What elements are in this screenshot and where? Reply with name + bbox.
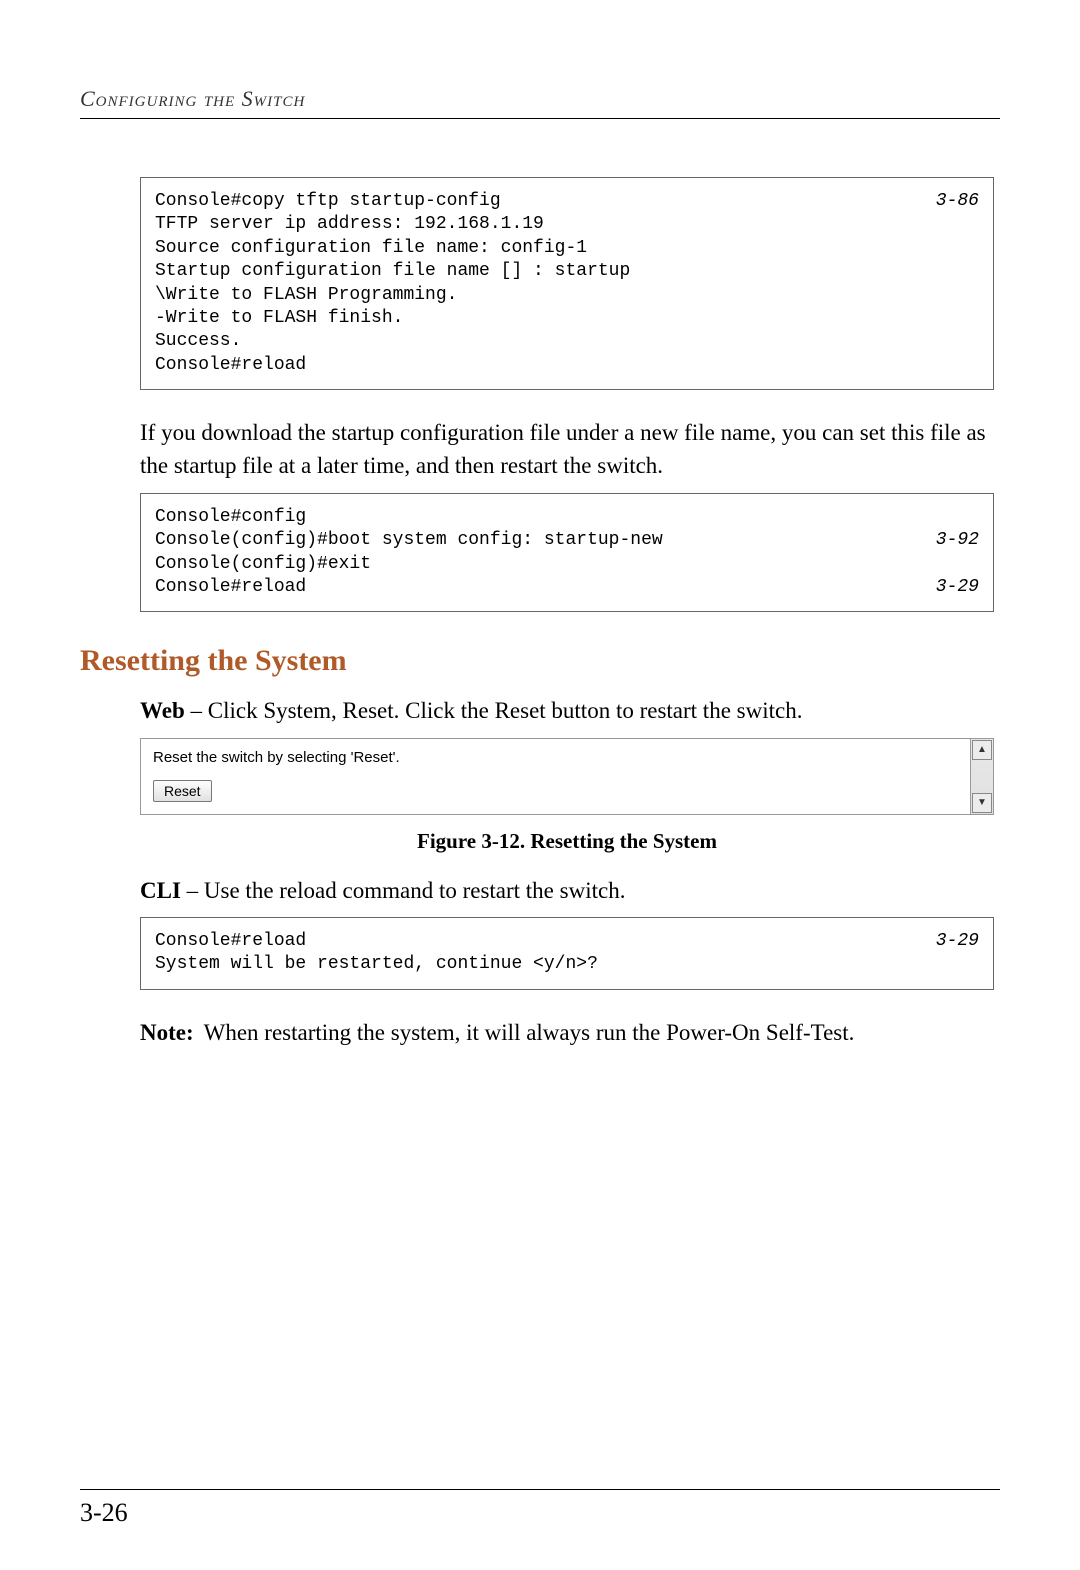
web-panel-body: Reset the switch by selecting 'Reset'. R… <box>141 739 971 814</box>
paragraph-startup-file: If you download the startup configuratio… <box>140 416 994 483</box>
code-box-tftp: Console#copy tftp startup-config 3-86 TFT… <box>140 177 994 390</box>
arrow-down-icon: ▼ <box>977 798 987 808</box>
reset-button[interactable]: Reset <box>153 780 212 802</box>
code-ref: 3-29 <box>936 576 979 599</box>
code-line: Console#config <box>155 506 306 529</box>
running-head: Configuring the Switch <box>80 86 1000 112</box>
web-text: – Click System, Reset. Click the Reset b… <box>185 698 803 723</box>
code-line: Success. <box>155 330 241 353</box>
code-line: -Write to FLASH finish. <box>155 307 403 330</box>
code-line: Console#reload <box>155 576 306 599</box>
code-line: Startup configuration file name [] : sta… <box>155 260 630 283</box>
code-box-boot: Console#config Console(config)#boot syst… <box>140 493 994 613</box>
code-line: \Write to FLASH Programming. <box>155 284 457 307</box>
arrow-up-icon: ▲ <box>977 745 987 755</box>
code-ref: 3-29 <box>936 930 979 953</box>
scroll-down-button[interactable]: ▼ <box>972 793 992 813</box>
code-line: Source configuration file name: config-1 <box>155 237 587 260</box>
note-text: When restarting the system, it will alwa… <box>204 1016 994 1049</box>
content-area: Console#copy tftp startup-config 3-86 TFT… <box>140 177 994 1049</box>
code-line: Console(config)#boot system config: star… <box>155 529 663 552</box>
code-line: Console(config)#exit <box>155 553 371 576</box>
code-line: System will be restarted, continue <y/n>… <box>155 953 598 976</box>
cli-label: CLI <box>140 878 181 903</box>
page: Configuring the Switch Console#copy tftp… <box>0 0 1080 1570</box>
code-ref: 3-86 <box>936 190 979 213</box>
figure-caption: Figure 3-12. Resetting the System <box>140 829 994 854</box>
web-instruction-line: Web – Click System, Reset. Click the Res… <box>140 694 994 727</box>
note-label: Note: <box>140 1016 194 1049</box>
cli-instruction-line: CLI – Use the reload command to restart … <box>140 874 994 907</box>
web-label: Web <box>140 698 185 723</box>
code-box-reload: Console#reload 3-29 System will be restar… <box>140 917 994 990</box>
page-number: 3-26 <box>80 1489 1000 1528</box>
code-ref: 3-92 <box>936 529 979 552</box>
code-line: Console#reload <box>155 930 306 953</box>
scrollbar[interactable]: ▲ ▼ <box>971 739 993 814</box>
header-rule <box>80 118 1000 119</box>
section-heading-resetting: Resetting the System <box>80 644 994 678</box>
code-line: Console#copy tftp startup-config <box>155 190 501 213</box>
web-panel-instruction: Reset the switch by selecting 'Reset'. <box>153 749 958 766</box>
note-block: Note: When restarting the system, it wil… <box>140 1016 994 1049</box>
code-line: TFTP server ip address: 192.168.1.19 <box>155 213 544 236</box>
cli-text: – Use the reload command to restart the … <box>181 878 626 903</box>
code-line: Console#reload <box>155 354 306 377</box>
web-reset-panel: Reset the switch by selecting 'Reset'. R… <box>140 738 994 815</box>
scroll-up-button[interactable]: ▲ <box>972 740 992 760</box>
